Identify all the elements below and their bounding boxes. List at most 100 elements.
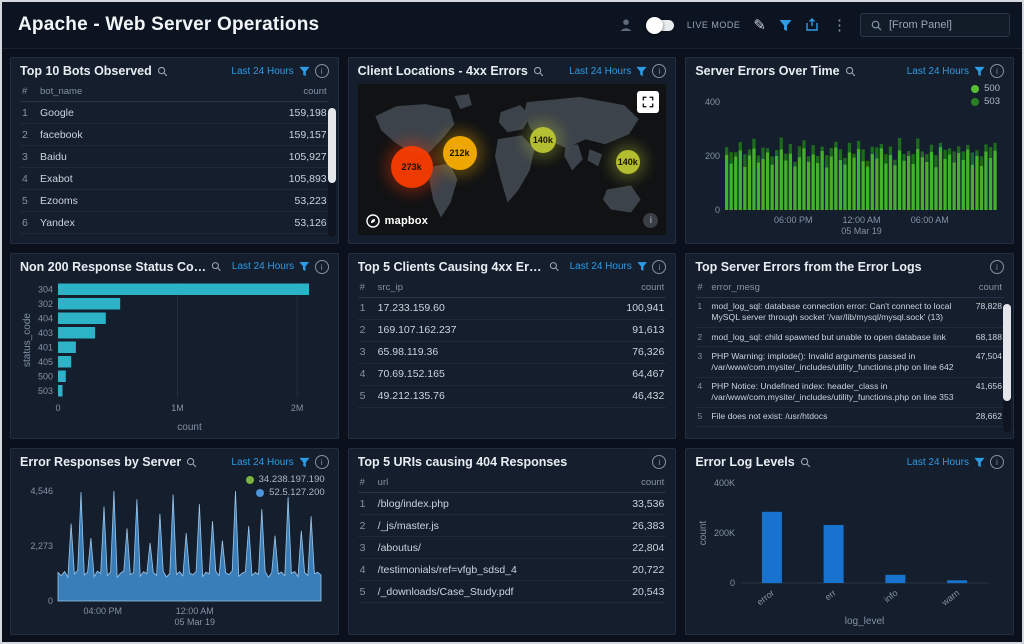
column-header[interactable]: error_mesg bbox=[709, 278, 956, 298]
info-icon[interactable]: i bbox=[315, 455, 329, 469]
panel-title: Top 10 Bots Observed bbox=[20, 64, 152, 78]
export-icon[interactable] bbox=[805, 18, 819, 32]
panel-title: Server Errors Over Time bbox=[695, 64, 839, 78]
magnifier-icon[interactable] bbox=[186, 457, 197, 468]
mapbox-icon bbox=[366, 214, 380, 228]
table-cell: /_downloads/Case_Study.pdf bbox=[376, 581, 607, 603]
legend-item[interactable]: 52.5.127.200 bbox=[246, 487, 325, 498]
filter-icon[interactable] bbox=[779, 19, 792, 32]
table-cell: /_js/master.js bbox=[376, 515, 607, 537]
panel-client-locations: Client Locations - 4xx Errors Last 24 Ho… bbox=[348, 57, 677, 244]
filter-icon[interactable] bbox=[299, 261, 310, 272]
column-header[interactable]: src_ip bbox=[376, 278, 603, 298]
live-mode-toggle[interactable] bbox=[648, 20, 674, 31]
legend-item[interactable]: 503 bbox=[971, 96, 1000, 107]
info-icon[interactable]: i bbox=[652, 260, 666, 274]
legend-dot bbox=[971, 98, 979, 106]
chart-error-log-levels[interactable]: 0200K400Kerrorerrinfowarnlog_levelcount bbox=[695, 473, 1004, 629]
column-header[interactable]: url bbox=[376, 473, 607, 493]
panel-title: Error Log Levels bbox=[695, 455, 794, 469]
filter-icon[interactable] bbox=[974, 66, 985, 77]
panel-header: Error Responses by Server Last 24 Hours … bbox=[11, 449, 338, 473]
chart-error-responses[interactable]: 02,2734,54604:00 PM12:00 AM05 Mar 1934.2… bbox=[20, 473, 329, 629]
kebab-menu-icon[interactable]: ⋮ bbox=[832, 18, 847, 33]
expand-icon[interactable] bbox=[637, 91, 659, 113]
info-icon[interactable]: i bbox=[990, 64, 1004, 78]
filter-icon[interactable] bbox=[299, 457, 310, 468]
table-header-row: #src_ipcount bbox=[358, 278, 667, 298]
filter-icon[interactable] bbox=[637, 261, 647, 272]
mapbox-logo[interactable]: mapbox bbox=[366, 214, 428, 228]
panel-title: Error Responses by Server bbox=[20, 455, 181, 469]
table-cell: 49.212.135.76 bbox=[376, 385, 603, 407]
info-icon[interactable]: i bbox=[315, 64, 329, 78]
column-header[interactable]: # bbox=[20, 82, 38, 102]
svg-text:200K: 200K bbox=[714, 528, 735, 538]
column-header[interactable]: bot_name bbox=[38, 82, 269, 102]
table-cell: 105,927 bbox=[269, 146, 329, 168]
map-info-icon[interactable]: i bbox=[643, 213, 658, 228]
time-range-link[interactable]: Last 24 Hours bbox=[570, 261, 632, 272]
magnifier-icon[interactable] bbox=[845, 66, 856, 77]
chart-server-errors[interactable]: 020040006:00 PM12:00 AM06:00 AM05 Mar 19… bbox=[695, 82, 1004, 238]
panel-header: Top Server Errors from the Error Logs i bbox=[686, 254, 1013, 278]
time-range-link[interactable]: Last 24 Hours bbox=[569, 66, 631, 77]
magnifier-icon[interactable] bbox=[800, 457, 811, 468]
chart-non200[interactable]: 01M2M304302404403401405500503countstatus… bbox=[20, 278, 329, 434]
info-icon[interactable]: i bbox=[652, 455, 666, 469]
world-map[interactable]: mapbox i 273k 212k 140k 140k bbox=[358, 84, 667, 235]
column-header[interactable]: # bbox=[358, 473, 376, 493]
info-icon[interactable]: i bbox=[652, 64, 666, 78]
panel-body: 0200K400Kerrorerrinfowarnlog_levelcount bbox=[686, 473, 1013, 634]
map-bubble[interactable]: 212k bbox=[443, 136, 477, 170]
table-cell: 105,893 bbox=[269, 168, 329, 190]
table-cell: File does not exist: /usr/htdocs bbox=[709, 407, 956, 426]
table-cell: 70.69.152.165 bbox=[376, 363, 603, 385]
column-header[interactable]: count bbox=[606, 473, 666, 493]
scrollbar[interactable] bbox=[328, 108, 336, 237]
table-cell: Yandex bbox=[38, 212, 269, 234]
column-header[interactable]: # bbox=[358, 278, 376, 298]
filter-icon[interactable] bbox=[299, 66, 310, 77]
magnifier-icon[interactable] bbox=[533, 66, 544, 77]
time-range-link[interactable]: Last 24 Hours bbox=[907, 457, 969, 468]
time-range-link[interactable]: Last 24 Hours bbox=[231, 66, 293, 77]
info-icon[interactable]: i bbox=[315, 260, 329, 274]
data-table: #src_ipcount117.233.159.60100,9412169.10… bbox=[358, 278, 667, 408]
scrollbar-thumb[interactable] bbox=[328, 108, 336, 183]
edit-icon[interactable]: ✎ bbox=[753, 18, 766, 33]
time-range-link[interactable]: Last 24 Hours bbox=[231, 457, 293, 468]
info-icon[interactable]: i bbox=[990, 260, 1004, 274]
info-icon[interactable]: i bbox=[990, 455, 1004, 469]
user-icon[interactable] bbox=[619, 18, 633, 32]
column-header[interactable]: # bbox=[695, 278, 709, 298]
legend-item[interactable]: 34.238.197.190 bbox=[246, 474, 325, 485]
column-header[interactable]: count bbox=[956, 278, 1004, 298]
scrollbar[interactable] bbox=[1003, 304, 1011, 433]
column-header[interactable]: count bbox=[602, 278, 666, 298]
panel-body: 02,2734,54604:00 PM12:00 AM05 Mar 1934.2… bbox=[11, 473, 338, 634]
svg-text:304: 304 bbox=[38, 284, 53, 294]
panel-title: Client Locations - 4xx Errors bbox=[358, 64, 528, 78]
table-cell: Ezooms bbox=[38, 190, 269, 212]
legend-dot bbox=[256, 489, 264, 497]
map-bubble[interactable]: 140k bbox=[616, 150, 640, 174]
magnifier-icon[interactable] bbox=[157, 66, 168, 77]
map-bubble[interactable]: 140k bbox=[530, 127, 556, 153]
filter-icon[interactable] bbox=[636, 66, 647, 77]
table-row: 470.69.152.16564,467 bbox=[358, 363, 667, 385]
magnifier-icon[interactable] bbox=[211, 261, 222, 272]
legend-item[interactable]: 500 bbox=[971, 83, 1000, 94]
svg-text:err: err bbox=[823, 588, 838, 603]
panel-uris-404: Top 5 URIs causing 404 Responses i #urlc… bbox=[348, 448, 677, 635]
table-cell: mod_log_sql: database connection error: … bbox=[709, 297, 956, 327]
map-bubble[interactable]: 273k bbox=[391, 146, 433, 188]
time-range-link[interactable]: Last 24 Hours bbox=[907, 66, 969, 77]
filter-icon[interactable] bbox=[974, 457, 985, 468]
column-header[interactable]: count bbox=[269, 82, 329, 102]
panel-header: Client Locations - 4xx Errors Last 24 Ho… bbox=[349, 58, 676, 82]
scrollbar-thumb[interactable] bbox=[1003, 304, 1011, 402]
time-range-link[interactable]: Last 24 Hours bbox=[232, 261, 294, 272]
from-panel-box[interactable]: [From Panel] bbox=[860, 13, 1010, 37]
magnifier-icon[interactable] bbox=[549, 261, 559, 272]
